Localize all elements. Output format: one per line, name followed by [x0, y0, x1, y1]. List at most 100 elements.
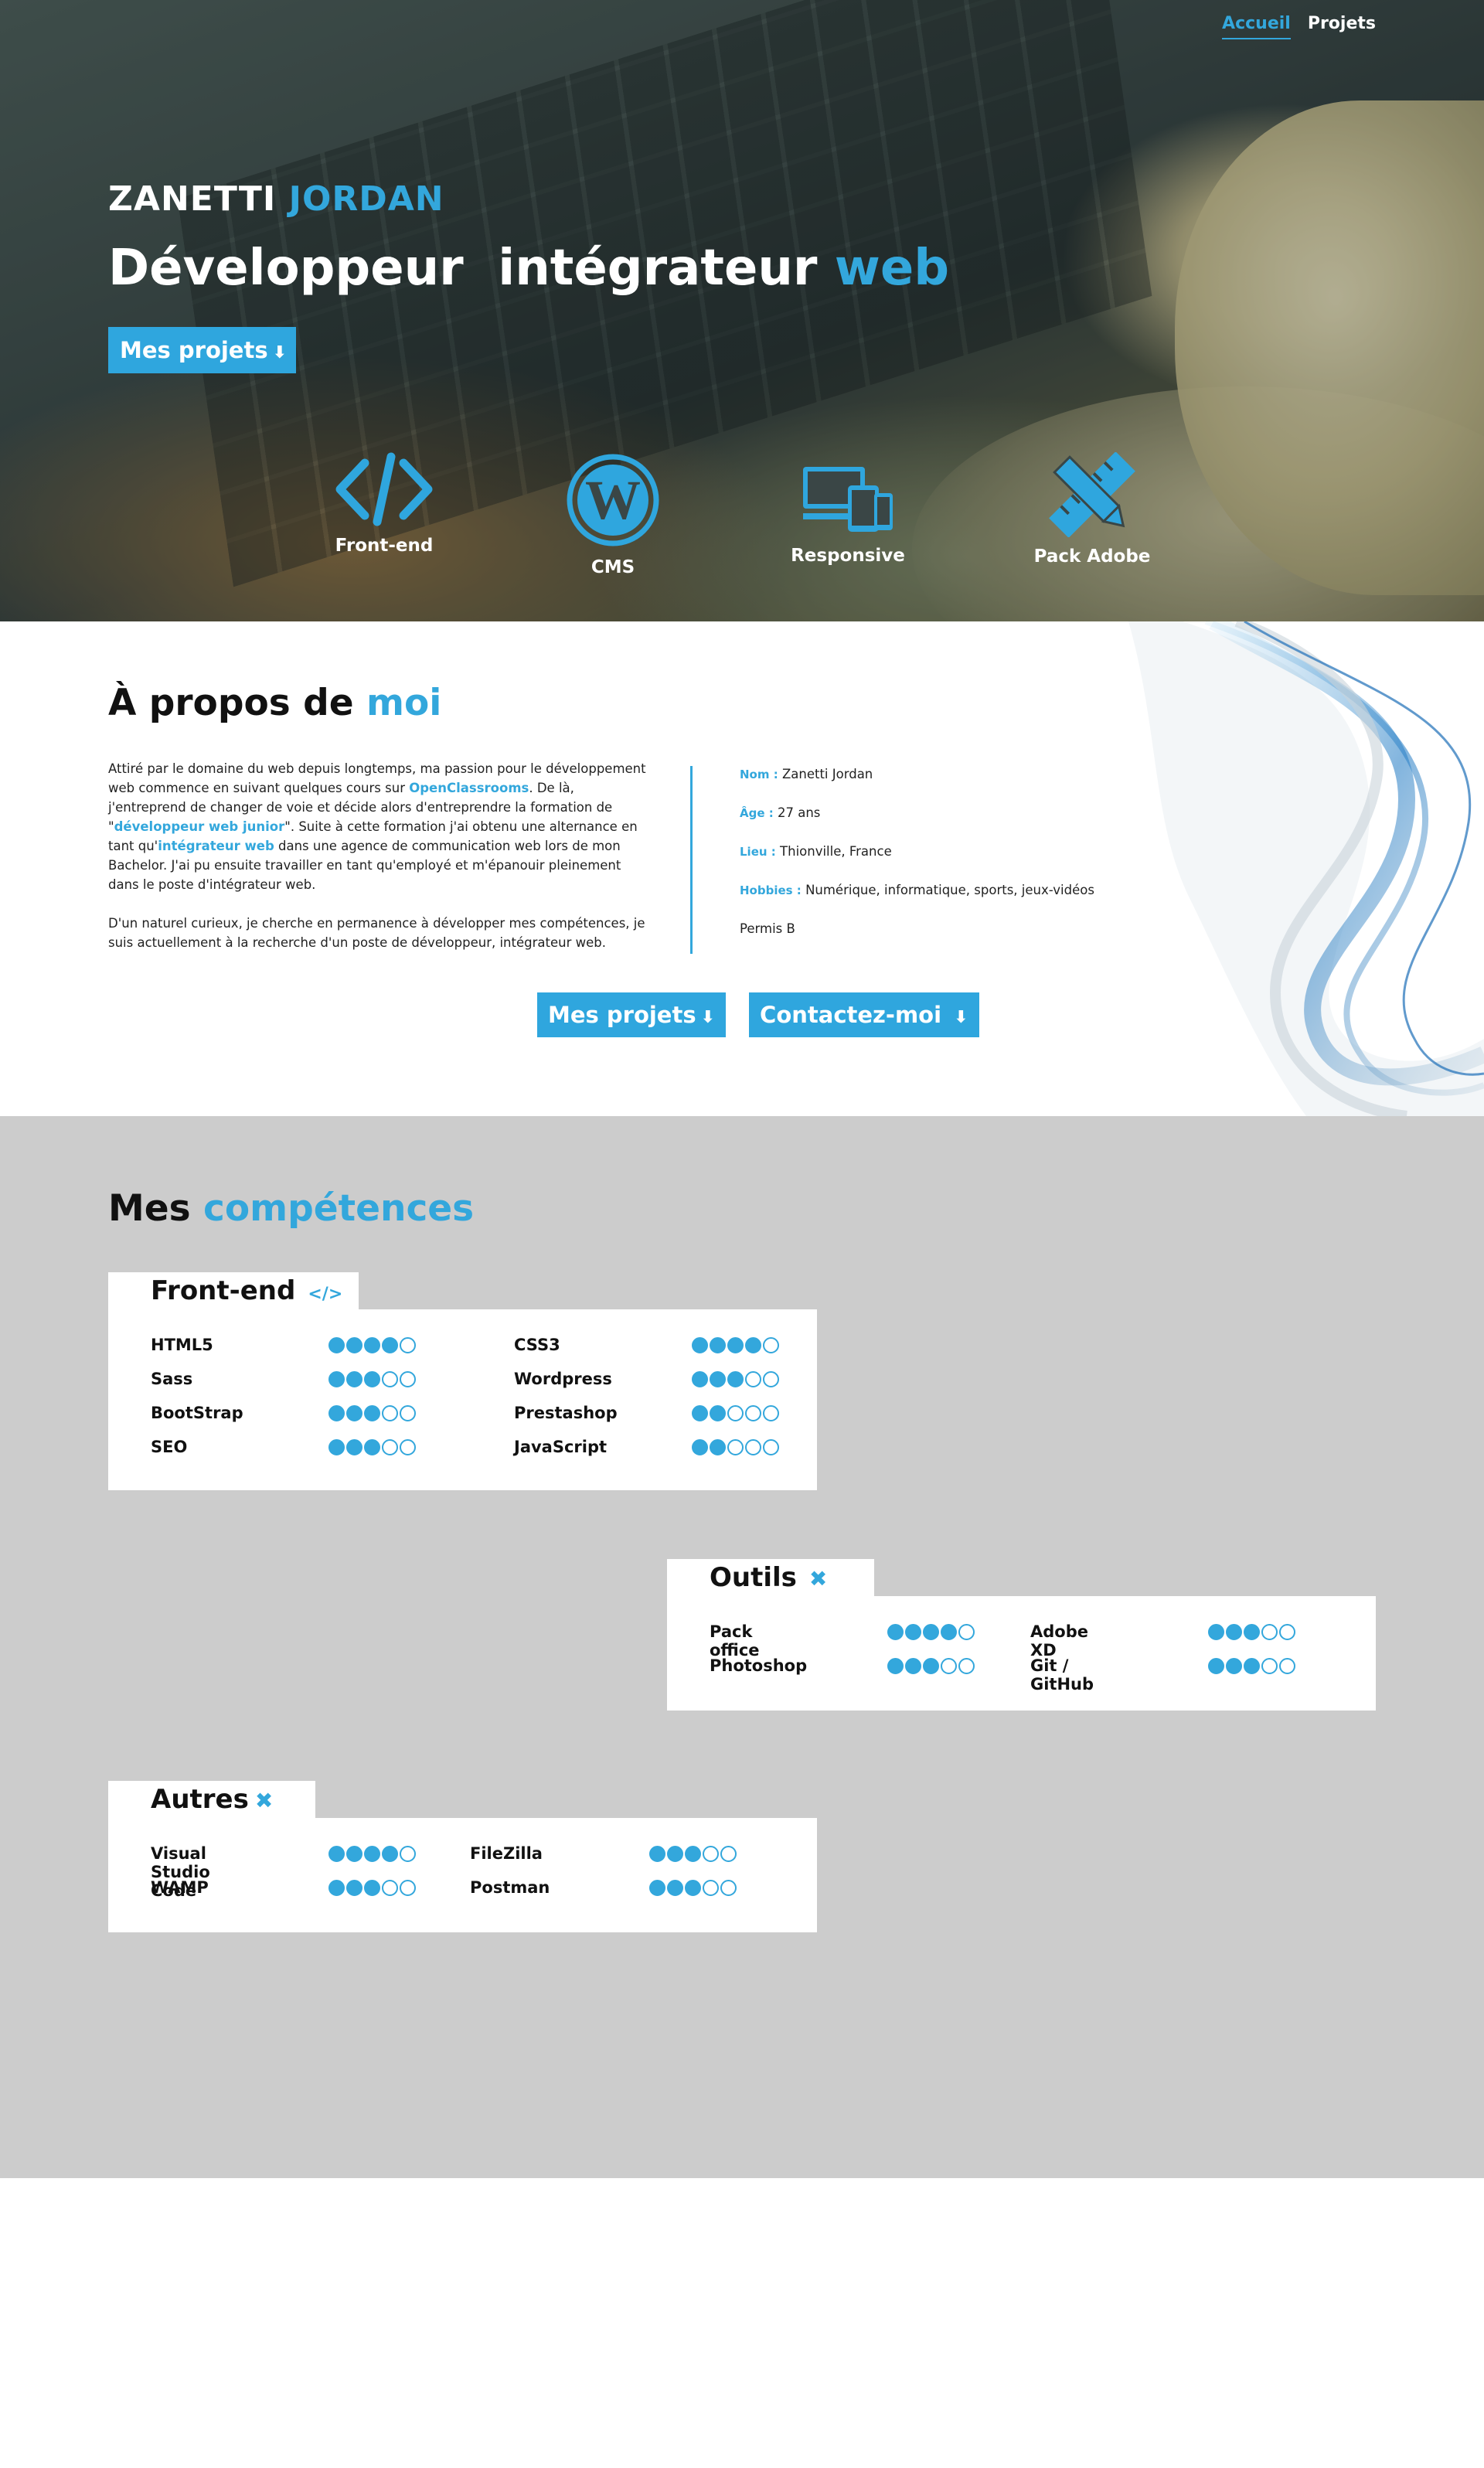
rating-dot-filled: [685, 1880, 701, 1896]
about-paragraph-2: D'un naturel curieux, je cherche en perm…: [108, 916, 645, 950]
code-icon: </>: [308, 1285, 343, 1304]
rating-dot-empty: [720, 1880, 737, 1896]
rating-dot-empty: [1279, 1624, 1295, 1640]
rating-dot-filled: [692, 1439, 708, 1455]
nav-accueil[interactable]: Accueil: [1222, 14, 1291, 39]
rating-dot-filled: [905, 1624, 921, 1640]
rating-dot-empty: [763, 1439, 779, 1455]
skill-name: Adobe XD: [1030, 1622, 1088, 1660]
rating-dot-filled: [692, 1337, 708, 1353]
rating-dot-filled: [364, 1439, 380, 1455]
rating-dot-filled: [364, 1846, 380, 1862]
rating-dot-empty: [745, 1439, 761, 1455]
tools-icon: ✖: [808, 1566, 828, 1591]
rating-dot-filled: [1244, 1624, 1260, 1640]
skill-name: Photoshop: [710, 1656, 808, 1675]
rating-dot-empty: [382, 1880, 398, 1896]
skill-card-tab: Autres ✖: [108, 1781, 315, 1818]
skill-card-tab: Outils ✖: [667, 1559, 874, 1596]
rating-dot-empty: [382, 1371, 398, 1387]
about-paragraph-1: Attiré par le domaine du web depuis long…: [108, 761, 646, 892]
rating-dot-empty: [720, 1846, 737, 1862]
skill-rating: [887, 1624, 975, 1640]
nav-projets[interactable]: Projets: [1308, 14, 1376, 39]
skill-name: SEO: [151, 1438, 188, 1456]
rating-dot-filled: [364, 1880, 380, 1896]
main-nav: Accueil Projets: [1222, 14, 1376, 39]
svg-text:W: W: [585, 469, 641, 531]
skill-name: CSS3: [514, 1336, 560, 1354]
rating-dot-filled: [941, 1624, 957, 1640]
devices-icon: [803, 467, 893, 532]
rating-dot-filled: [346, 1846, 362, 1862]
rating-dot-filled: [328, 1439, 345, 1455]
about-title: À propos de moi: [108, 682, 442, 724]
fact-hobbies: Hobbies : Numérique, informatique, sport…: [740, 883, 1094, 897]
hero-skill-cms: W CMS: [536, 452, 690, 577]
fact-permis: Permis B: [740, 921, 795, 936]
smoke-wave-decoration: [1128, 621, 1484, 1116]
rating-dot-filled: [923, 1658, 939, 1674]
about-projects-button[interactable]: Mes projets ⬇: [537, 992, 727, 1037]
skill-name: Git / GitHub: [1030, 1656, 1094, 1694]
rating-dot-filled: [649, 1846, 665, 1862]
rating-dot-filled: [887, 1658, 904, 1674]
rating-dot-filled: [667, 1846, 683, 1862]
skill-rating: [692, 1405, 779, 1421]
rating-dot-filled: [727, 1371, 744, 1387]
skill-rating: [887, 1658, 975, 1674]
rating-dot-filled: [328, 1337, 345, 1353]
rating-dot-filled: [710, 1337, 726, 1353]
skill-name: Wordpress: [514, 1370, 612, 1388]
rating-dot-filled: [710, 1371, 726, 1387]
rating-dot-filled: [685, 1846, 701, 1862]
rating-dot-filled: [887, 1624, 904, 1640]
rating-dot-filled: [1244, 1658, 1260, 1674]
rating-dot-filled: [905, 1658, 921, 1674]
skill-rating: [328, 1337, 416, 1353]
skill-rating: [649, 1846, 737, 1862]
rating-dot-empty: [941, 1658, 957, 1674]
rating-dot-empty: [703, 1880, 719, 1896]
skill-name: Sass: [151, 1370, 193, 1388]
skill-rating: [692, 1371, 779, 1387]
rating-dot-filled: [346, 1337, 362, 1353]
skill-name: BootStrap: [151, 1404, 243, 1422]
skill-name: HTML5: [151, 1336, 213, 1354]
rating-dot-filled: [667, 1880, 683, 1896]
rating-dot-filled: [328, 1371, 345, 1387]
arrow-down-icon: ⬇: [954, 1008, 968, 1027]
skills-title: Mes compétences: [108, 1187, 475, 1230]
rating-dot-filled: [710, 1405, 726, 1421]
rating-dot-filled: [382, 1337, 398, 1353]
tools-icon: ✖: [254, 1788, 274, 1813]
contact-button[interactable]: Contactez-moi ⬇: [749, 992, 979, 1037]
rating-dot-filled: [692, 1405, 708, 1421]
rating-dot-empty: [745, 1405, 761, 1421]
skill-card-tab: Front-end </>: [108, 1272, 359, 1309]
rating-dot-empty: [400, 1405, 416, 1421]
fact-lieu: Lieu : Thionville, France: [740, 844, 892, 859]
rating-dot-filled: [1208, 1658, 1224, 1674]
rating-dot-filled: [346, 1405, 362, 1421]
rating-dot-empty: [763, 1371, 779, 1387]
rating-dot-filled: [328, 1846, 345, 1862]
skill-rating: [328, 1439, 416, 1455]
rating-dot-empty: [400, 1439, 416, 1455]
hero-section: Accueil Projets ZANETTI JORDAN Développe…: [0, 0, 1484, 621]
rating-dot-empty: [763, 1405, 779, 1421]
code-icon: [335, 452, 433, 526]
rating-dot-empty: [763, 1337, 779, 1353]
rating-dot-empty: [1261, 1624, 1278, 1640]
hero-skill-responsive: Responsive: [771, 464, 925, 566]
skill-rating: [328, 1846, 416, 1862]
rating-dot-filled: [923, 1624, 939, 1640]
hero-skill-front-end: Front-end: [307, 452, 461, 556]
arrow-down-icon: ⬇: [700, 1008, 716, 1027]
skill-rating: [649, 1880, 737, 1896]
about-buttons: Mes projets ⬇ Contactez-moi ⬇: [537, 992, 979, 1037]
rating-dot-empty: [1261, 1658, 1278, 1674]
hero-projects-button[interactable]: Mes projets ⬇: [108, 327, 297, 373]
rating-dot-filled: [745, 1337, 761, 1353]
rating-dot-empty: [703, 1846, 719, 1862]
